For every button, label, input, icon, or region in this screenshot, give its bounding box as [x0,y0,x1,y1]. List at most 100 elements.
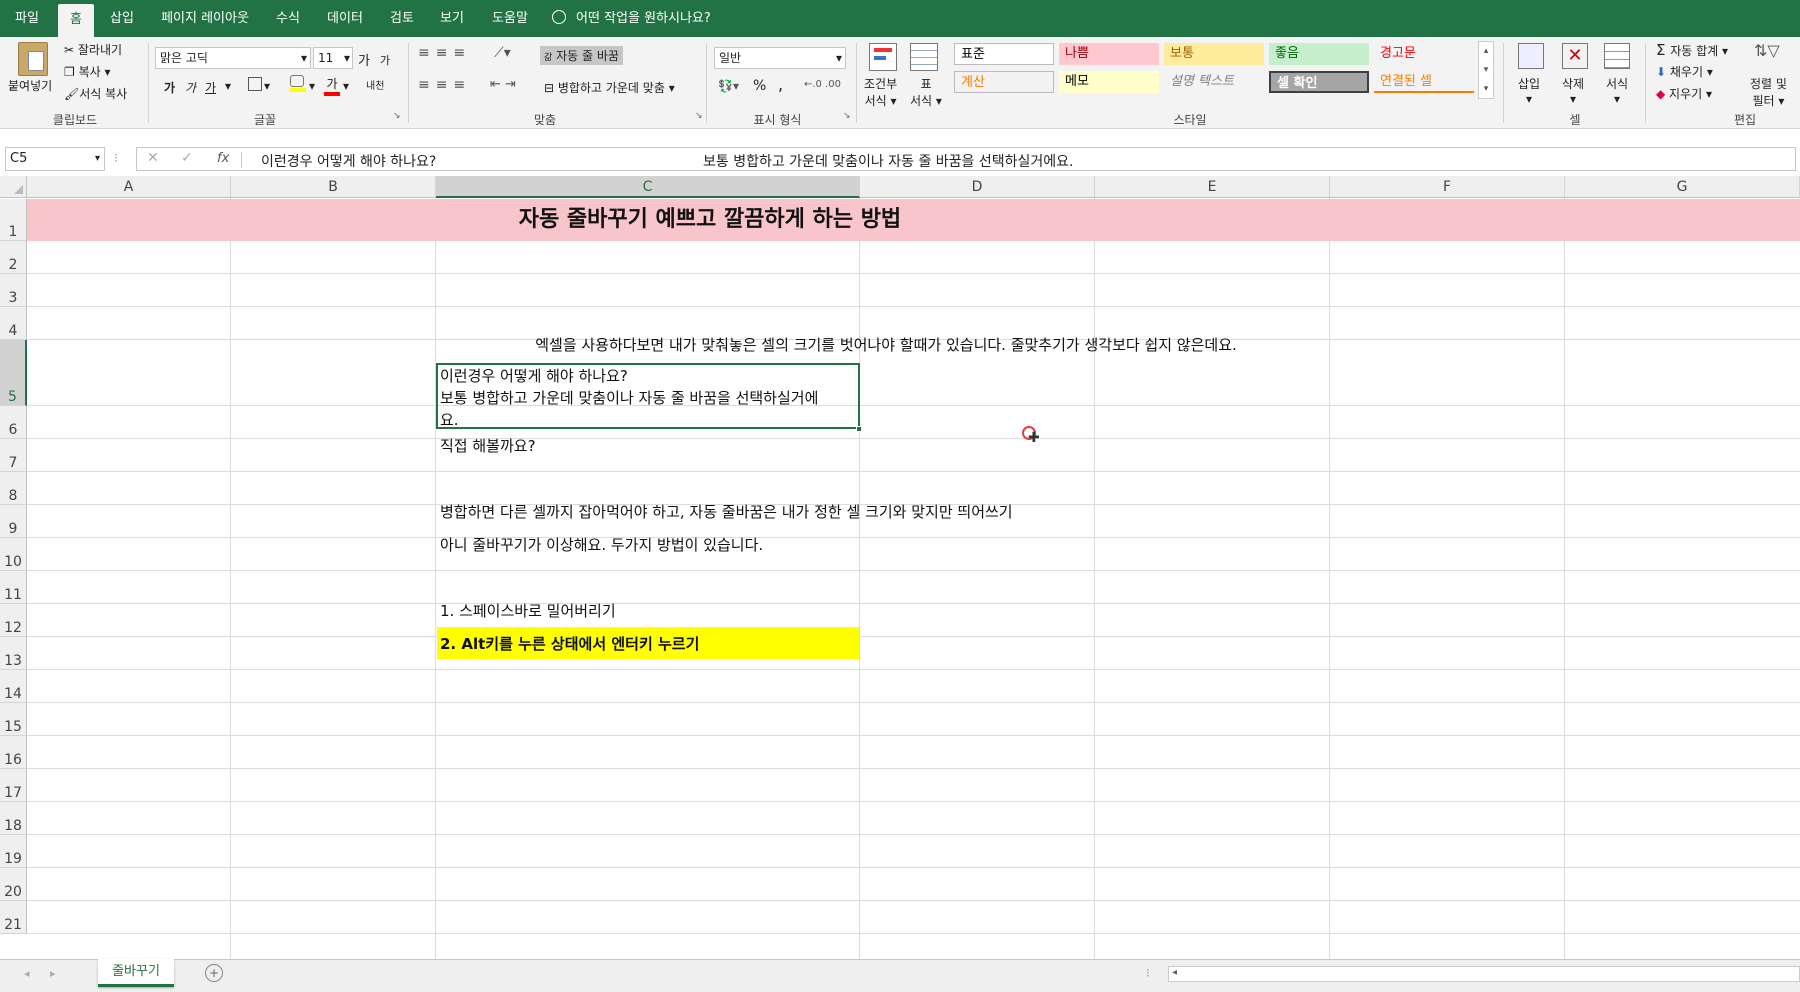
wrap-text-button[interactable]: 갊 자동 줄 바꿈 [540,46,623,65]
sheet-tab-active[interactable]: 줄바꾸기 [98,959,174,987]
row-header-5[interactable]: 5 [0,340,27,406]
cell-style-7[interactable]: 설명 텍스트 [1164,71,1264,93]
scroll-left-icon[interactable]: ◂ [1172,967,1177,978]
number-format-select[interactable]: 일반 ▾ [714,47,846,69]
insert-function-icon[interactable]: fx [217,151,229,166]
column-header-f[interactable]: F [1330,176,1565,198]
formula-input[interactable]: ✕ ✓ fx 이런경우 어떻게 해야 하나요? 보통 병합하고 가운데 맞춤이나… [136,147,1796,171]
column-header-b[interactable]: B [231,176,436,198]
row-header-1[interactable]: 1 [0,199,27,241]
delete-cells-button[interactable]: 삭제 ▾ [1562,75,1584,106]
cell-style-0[interactable]: 표준 [954,43,1054,65]
tab-insert[interactable]: 삽입 [104,0,140,37]
column-header-g[interactable]: G [1565,176,1800,198]
paste-button[interactable]: 붙여넣기 [8,77,52,94]
row-header-3[interactable]: 3 [0,274,27,307]
bold-button[interactable]: 가 [164,79,175,96]
merge-center-button[interactable]: ⊟ 병합하고 가운데 맞춤 ▾ [544,79,675,96]
cell-style-6[interactable]: 메모 [1059,71,1159,93]
fill-button[interactable]: ⬇ 채우기 ▾ [1656,63,1713,80]
tab-file[interactable]: 파일 [10,0,44,37]
enter-icon[interactable]: ✓ [181,150,193,166]
cell-c9[interactable]: 아니 줄바꾸기가 이상해요. 두가지 방법이 있습니다. [440,534,763,555]
row-header-18[interactable]: 18 [0,802,27,835]
chevron-down-icon[interactable]: ▾ [225,79,231,93]
clear-button[interactable]: ◆ 지우기 ▾ [1656,85,1712,102]
accounting-format-icon[interactable]: 💱▾ [718,79,739,93]
font-color-icon[interactable]: 가 [324,75,340,96]
row-header-9[interactable]: 9 [0,505,27,538]
fill-handle[interactable] [856,426,862,432]
font-name-select[interactable]: 맑은 고딕 ▾ [155,47,311,69]
tab-home[interactable]: 홈 [58,4,94,37]
cell-style-5[interactable]: 계산 [954,71,1054,93]
name-box[interactable]: C5 ▾ [5,147,105,171]
chevron-down-icon[interactable]: ▾ [264,79,270,93]
chevron-down-icon[interactable]: ▾ [343,79,349,93]
row-header-13[interactable]: 13 [0,637,27,670]
format-as-table-button[interactable]: 표 서식 ▾ [910,75,942,109]
column-header-e[interactable]: E [1095,176,1330,198]
indent-icons[interactable]: ⇤ ⇥ [490,77,516,92]
cancel-icon[interactable]: ✕ [147,150,159,166]
column-header-d[interactable]: D [860,176,1095,198]
tab-review[interactable]: 검토 [384,0,420,37]
copy-button[interactable]: ❐ 복사 ▾ [64,63,111,80]
cell-style-9[interactable]: 연결된 셀 [1374,71,1474,93]
tab-view[interactable]: 보기 [434,0,470,37]
format-painter-button[interactable]: 🖌서식 복사 [64,85,127,102]
conditional-format-button[interactable]: 조건부 서식 ▾ [864,75,897,109]
horizontal-scrollbar[interactable]: ◂ [1168,966,1800,982]
row-header-16[interactable]: 16 [0,736,27,769]
row-header-20[interactable]: 20 [0,868,27,901]
select-all-corner[interactable] [0,176,27,198]
tab-formulas[interactable]: 수식 [270,0,306,37]
cell-style-2[interactable]: 보통 [1164,43,1264,65]
sheet-title[interactable]: 자동 줄바꾸기 예쁘고 깔끔하게 하는 방법 [27,199,1393,241]
row-header-12[interactable]: 12 [0,604,27,637]
row-header-2[interactable]: 2 [0,241,27,274]
fill-color-icon[interactable] [290,75,306,92]
borders-icon[interactable] [248,77,262,91]
font-size-select[interactable]: 11 ▾ [313,47,353,69]
tell-me-search[interactable]: 어떤 작업을 원하시나요? [552,0,711,37]
paste-icon[interactable] [18,42,48,76]
cell-c6[interactable]: 직접 해볼까요? [440,435,536,456]
underline-button[interactable]: 가 [205,79,216,96]
cell-style-4[interactable]: 경고문 [1374,43,1474,65]
shrink-font-button[interactable]: 가 [380,52,390,68]
column-header-c[interactable]: C [436,176,860,198]
row-header-6[interactable]: 6 [0,406,27,439]
column-header-a[interactable]: A [27,176,231,198]
cell-style-3[interactable]: 좋음 [1269,43,1369,65]
tab-data[interactable]: 데이터 [321,0,369,37]
orientation-icon[interactable]: ⟋▾ [494,45,511,61]
cell-c8[interactable]: 병합하면 다른 셀까지 잡아먹어야 하고, 자동 줄바꿈은 내가 정한 셀 크기… [440,501,1013,522]
cut-button[interactable]: ✂ 잘라내기 [64,41,122,58]
horizontal-align-icons[interactable]: ≡≡≡ [418,77,471,93]
format-cells-button[interactable]: 서식 ▾ [1606,75,1628,106]
cell-style-1[interactable]: 나쁨 [1059,43,1159,65]
row-header-4[interactable]: 4 [0,307,27,340]
dialog-launcher-icon[interactable]: ↘ [695,111,703,121]
next-sheet-icon[interactable]: ▸ [50,967,56,980]
row-header-11[interactable]: 11 [0,571,27,604]
italic-button[interactable]: 가 [185,79,196,96]
tab-page-layout[interactable]: 페이지 레이아웃 [155,0,255,37]
row-header-8[interactable]: 8 [0,472,27,505]
row-header-17[interactable]: 17 [0,769,27,802]
dialog-launcher-icon[interactable]: ↘ [393,111,401,121]
decimal-icons[interactable]: ←.0 .00 [804,79,841,90]
prev-sheet-icon[interactable]: ◂ [24,967,30,980]
cell-c12[interactable]: 2. Alt키를 누른 상태에서 엔터키 누르기 [440,633,699,654]
row-header-15[interactable]: 15 [0,703,27,736]
comma-button[interactable]: , [778,75,783,94]
autosum-button[interactable]: Σ 자동 합계 ▾ [1656,41,1728,59]
cell-c11[interactable]: 1. 스페이스바로 밀어버리기 [440,600,616,621]
phonetic-button[interactable]: 내천 [366,77,384,92]
chevron-down-icon[interactable]: ▾ [309,79,315,93]
vertical-align-icons[interactable]: ≡≡≡ [418,45,471,61]
add-sheet-icon[interactable]: + [205,964,223,982]
row-header-21[interactable]: 21 [0,901,27,934]
gallery-scroll[interactable]: ▴ ▾ ▾ [1478,41,1494,99]
